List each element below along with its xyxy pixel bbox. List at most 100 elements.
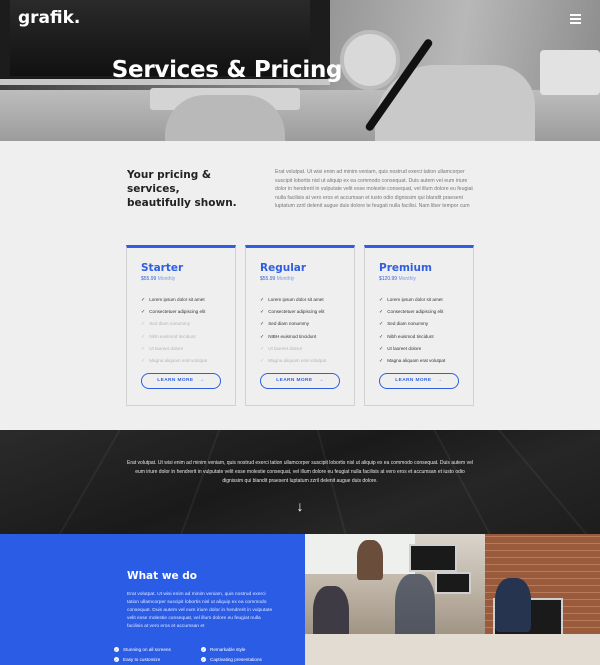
price-unit: Monthly	[276, 276, 295, 282]
feature-label: Lorem ipsum dolor sit amet	[268, 297, 324, 302]
what-we-do-text: Erat volutpat. Ut wisi enim ad minim ven…	[127, 592, 273, 629]
check-icon: ✓	[379, 309, 384, 316]
feature-label: Ut laoreet dolore	[387, 345, 422, 351]
feature-list-item: ✓ Magna aliquam erat volutpat	[379, 355, 445, 367]
feature-label: Sed diam nonummy	[149, 321, 191, 327]
hero-hand-image	[165, 95, 285, 141]
button-label: LEARN MORE	[395, 378, 432, 383]
arrow-down-icon[interactable]: ↓	[293, 498, 307, 516]
check-icon: ✓	[260, 321, 265, 328]
feature-list-item: ✓ Sed diam nonummy	[260, 318, 326, 330]
feature-label: NIBH euismod tincidunt	[268, 333, 317, 339]
plan-name: Premium	[379, 262, 432, 274]
feature-label: Consectetuer adipiscing elit	[149, 309, 206, 315]
check-icon: ✓	[379, 321, 384, 328]
intro-heading: Your pricing & services, beautifully sho…	[127, 168, 267, 210]
quote-band: Erat volutpat. Ut wisi enim ad minim ven…	[0, 430, 600, 534]
pricing-card-premium: Premium $120.99 Monthly ✓ Lorem ipsum dolor…	[364, 245, 474, 406]
feature-list-item: ✓ Nibh euismod tincidunt	[379, 331, 445, 343]
check-icon: ✓	[260, 297, 265, 303]
feature-label: Lorem ipsum dolor sit amet	[149, 297, 205, 302]
arrow-right-icon: →	[318, 378, 324, 383]
check-icon: ✓	[141, 321, 146, 328]
hero-cup-image	[540, 50, 600, 95]
feature-list-item: ✓ Lorem ipsum dolor sit amet	[141, 294, 207, 306]
feature-list-item: ✓ Ut laoreet dolore	[141, 343, 207, 355]
feature-label: Ut laoreet dolore	[268, 345, 303, 351]
plan-name: Regular	[260, 262, 307, 274]
feature-label: Sed diam nonummy	[268, 321, 310, 327]
pricing-cards: Starter $55.99 Monthly ✓ Lorem ipsum dolor …	[126, 245, 474, 406]
check-icon: ✓	[141, 297, 146, 303]
price-value: $55.99	[141, 276, 157, 282]
check-icon: ✓	[141, 309, 146, 316]
band-text: Erat volutpat. Ut wisi enim ad minim ven…	[127, 460, 473, 484]
learn-more-button[interactable]: LEARN MORE →	[379, 373, 459, 389]
check-icon: ✓	[141, 333, 146, 340]
plan-price: $120.99 Monthly	[379, 276, 416, 282]
intro-heading-line1: Your pricing & services,	[127, 169, 212, 195]
feature-label: Sed diam nonummy	[387, 321, 429, 327]
price-unit: Monthly	[398, 276, 416, 282]
feature-list: ✓ Lorem ipsum dolor sit amet ✓ Consectetuer…	[379, 294, 445, 367]
check-circle-icon: ✓	[201, 657, 206, 663]
feature-list-item: ✓ Ut laoreet dolore	[379, 343, 445, 355]
feature-label: Magna aliquam erat volutpat	[149, 358, 208, 364]
feature-list-item: ✓ Lorem ipsum dolor sit amet	[260, 294, 326, 306]
check-circle-icon: ✓	[114, 657, 119, 663]
feature-label: Consectetuer adipiscing elit	[268, 309, 325, 315]
check-icon: ✓	[141, 358, 146, 365]
feature-list-item: ✓ Magna aliquam erat volutpat	[141, 355, 207, 367]
feature-label: Remarkable style	[210, 647, 246, 652]
button-label: LEARN MORE	[157, 378, 194, 383]
check-icon: ✓	[260, 345, 265, 352]
plan-price: $55.99 Monthly	[260, 276, 294, 282]
button-label: LEARN MORE	[276, 378, 313, 383]
feature-list: ✓ Lorem ipsum dolor sit amet ✓ Consectetuer…	[260, 294, 326, 367]
feature-list-item: ✓ Consectetuer adipiscing elit	[260, 306, 326, 318]
feature-label: Nibh euismod tincidunt	[387, 333, 434, 339]
what-we-do-title: What we do	[127, 570, 198, 582]
feature-list-item: ✓ Sed diam nonummy	[379, 318, 445, 330]
check-icon: ✓	[260, 358, 265, 365]
check-icon: ✓	[379, 333, 384, 340]
feature-label: Magna aliquam erat volutpat	[387, 358, 446, 364]
what-we-do-section: What we do Erat volutpat. Ut wisi enim a…	[0, 534, 305, 665]
check-circle-icon: ✓	[114, 647, 119, 653]
feature-label: Easy to customize	[123, 657, 161, 662]
check-icon: ✓	[379, 358, 384, 365]
learn-more-button[interactable]: LEARN MORE →	[141, 373, 221, 389]
plan-price: $55.99 Monthly	[141, 276, 175, 282]
feature-list-item: ✓ Magna aliquam erat volutpat	[260, 355, 326, 367]
office-photo	[305, 534, 600, 665]
site-logo[interactable]: grafik.	[18, 8, 80, 28]
price-value: $120.99	[379, 276, 398, 282]
check-icon: ✓	[379, 297, 384, 303]
feature-item: ✓ Remarkable style	[201, 647, 246, 653]
check-icon: ✓	[141, 345, 146, 352]
feature-list-item: ✓ Consectetuer adipiscing elit	[379, 306, 445, 318]
pricing-card-regular: Regular $55.99 Monthly ✓ Lorem ipsum dolor …	[245, 245, 355, 406]
check-icon: ✓	[260, 333, 265, 340]
feature-label: Consectetuer adipiscing elit	[387, 309, 444, 315]
feature-list-item: ✓ Sed diam nonummy	[141, 318, 207, 330]
feature-label: Lorem ipsum dolor sit amet	[387, 297, 443, 302]
intro-paragraph: Erat volutpat. Ut wisi enim ad minim ven…	[275, 169, 473, 209]
plan-name: Starter	[141, 262, 184, 274]
price-value: $55.99	[260, 276, 276, 282]
feature-label: Magna aliquam erat volutpat	[268, 358, 327, 364]
arrow-right-icon: →	[437, 378, 443, 383]
feature-item: ✓ Captivating presentations	[201, 657, 262, 663]
feature-label: Stunning on all screens	[123, 647, 171, 652]
page-title: Services & Pricing	[111, 57, 343, 83]
feature-list-item: ✓ Lorem ipsum dolor sit amet	[379, 294, 445, 306]
price-unit: Monthly	[157, 276, 176, 282]
hamburger-menu-icon[interactable]	[570, 14, 581, 24]
feature-list-item: ✓ NIBH euismod tincidunt	[260, 331, 326, 343]
feature-label: Nibh euismod tincidunt	[149, 333, 196, 339]
feature-list-item: ✓ Ut laoreet dolore	[260, 343, 326, 355]
arrow-right-icon: →	[199, 378, 205, 383]
feature-list: ✓ Lorem ipsum dolor sit amet ✓ Consectetuer…	[141, 294, 207, 367]
feature-list-item: ✓ Consectetuer adipiscing elit	[141, 306, 207, 318]
learn-more-button[interactable]: LEARN MORE →	[260, 373, 340, 389]
